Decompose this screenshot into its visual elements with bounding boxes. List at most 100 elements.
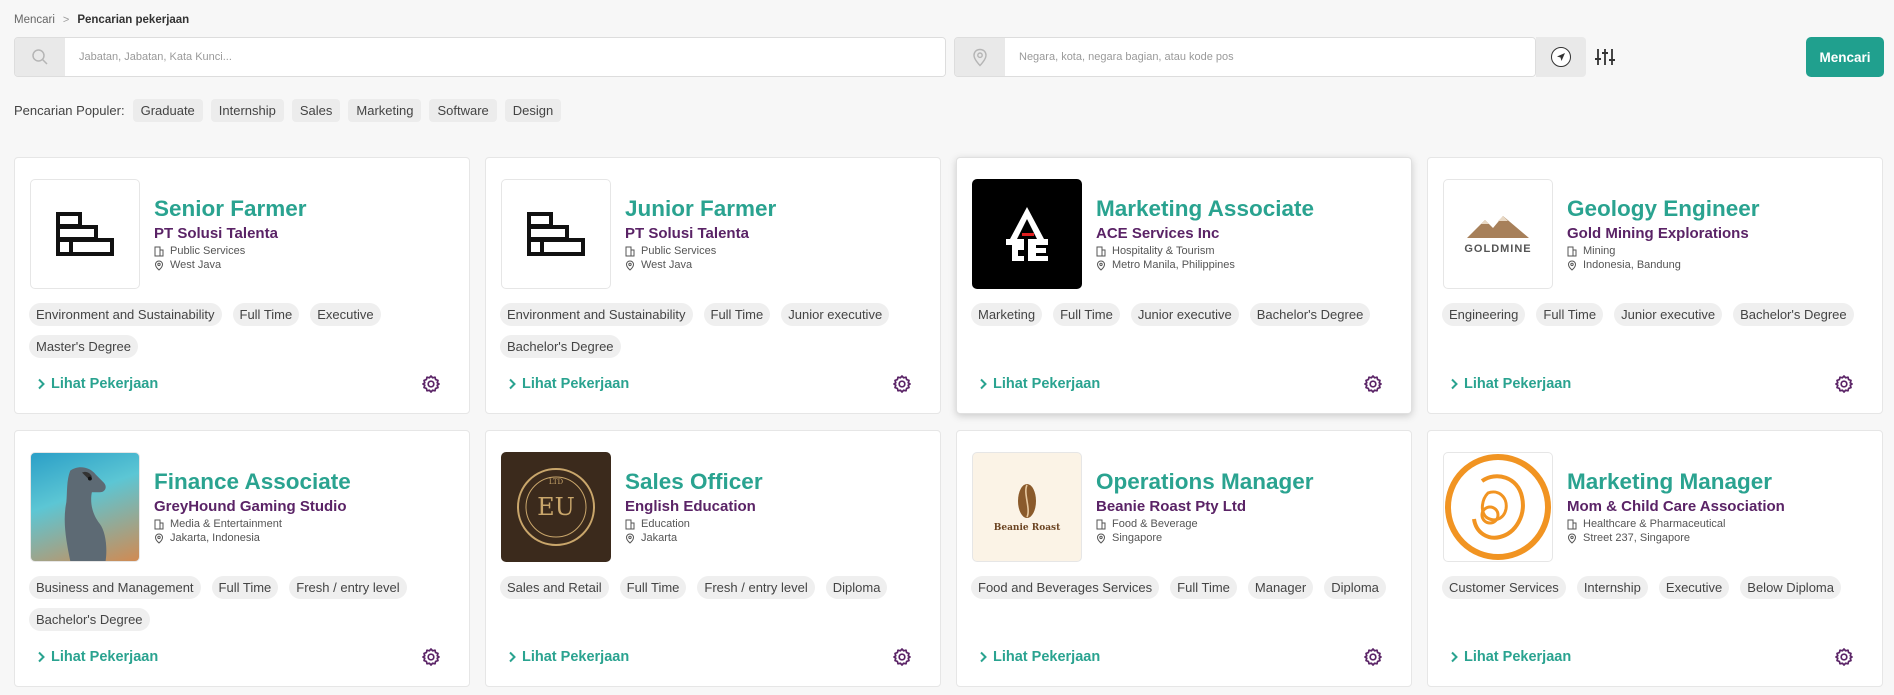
chevron-right-icon bbox=[980, 378, 987, 390]
map-pin-icon bbox=[625, 532, 635, 544]
location-label: Street 237, Singapore bbox=[1583, 532, 1691, 544]
job-card[interactable]: Marketing Associate ACE Services Inc Hos… bbox=[956, 157, 1412, 414]
job-title[interactable]: Sales Officer bbox=[625, 469, 763, 495]
job-tag: Full Time bbox=[1170, 576, 1237, 599]
view-job-link[interactable]: Lihat Pekerjaan bbox=[1450, 376, 1571, 392]
job-title[interactable]: Geology Engineer bbox=[1567, 196, 1760, 222]
view-job-link[interactable]: Lihat Pekerjaan bbox=[37, 649, 158, 665]
job-title[interactable]: Finance Associate bbox=[154, 469, 351, 495]
job-tag: Diploma bbox=[1324, 576, 1386, 599]
job-tag: Fresh / entry level bbox=[697, 576, 815, 599]
industry: Education bbox=[625, 518, 690, 530]
chevron-right-icon bbox=[1451, 651, 1458, 663]
gear-icon[interactable] bbox=[421, 647, 441, 667]
view-job-label: Lihat Pekerjaan bbox=[51, 376, 159, 392]
location-search bbox=[954, 37, 1536, 77]
industry: Hospitality & Tourism bbox=[1096, 245, 1215, 257]
view-job-link[interactable]: Lihat Pekerjaan bbox=[979, 649, 1100, 665]
building-icon bbox=[625, 519, 635, 529]
job-card[interactable]: Beanie Roast Operations Manager Beanie R… bbox=[956, 430, 1412, 687]
job-tag: Environment and Sustainability bbox=[29, 303, 222, 326]
gear-icon[interactable] bbox=[1834, 374, 1854, 394]
job-tag: Sales and Retail bbox=[500, 576, 609, 599]
gear-icon[interactable] bbox=[1363, 647, 1383, 667]
job-card[interactable]: Finance Associate GreyHound Gaming Studi… bbox=[14, 430, 470, 687]
filter-sliders-icon[interactable] bbox=[1592, 45, 1618, 69]
job-title[interactable]: Marketing Associate bbox=[1096, 196, 1314, 222]
map-pin-icon bbox=[1567, 259, 1577, 271]
view-job-link[interactable]: Lihat Pekerjaan bbox=[508, 649, 629, 665]
job-tag: Fresh / entry level bbox=[289, 576, 407, 599]
beanie-roast-logo: Beanie Roast bbox=[972, 452, 1082, 562]
job-tag: Full Time bbox=[703, 303, 771, 326]
job-tag: Junior executive bbox=[1130, 303, 1239, 326]
job-card[interactable]: Senior Farmer PT Solusi Talenta Public S… bbox=[14, 157, 470, 414]
breadcrumb-parent[interactable]: Mencari bbox=[14, 14, 55, 26]
location: West Java bbox=[154, 259, 221, 271]
job-card[interactable]: EU LTD Sales Officer English Education E… bbox=[485, 430, 941, 687]
popular-searches-label: Pencarian Populer: bbox=[14, 103, 125, 118]
job-tag: Customer Services bbox=[1442, 576, 1566, 599]
job-tag: Executive bbox=[1658, 576, 1730, 599]
job-tag: Diploma bbox=[825, 576, 888, 599]
job-title[interactable]: Operations Manager bbox=[1096, 469, 1314, 495]
view-job-label: Lihat Pekerjaan bbox=[1464, 376, 1572, 392]
building-icon bbox=[1567, 519, 1577, 529]
job-tags: Business and Management Full Time Fresh … bbox=[29, 576, 459, 631]
job-card[interactable]: GOLDMINE Geology Engineer Gold Mining Ex… bbox=[1427, 157, 1883, 414]
map-pin-icon bbox=[1567, 532, 1577, 544]
popular-chip[interactable]: Sales bbox=[291, 99, 341, 122]
beanie-roast-logo-text: Beanie Roast bbox=[993, 523, 1061, 533]
location: Indonesia, Bandung bbox=[1567, 259, 1681, 271]
keyword-input[interactable] bbox=[65, 38, 945, 76]
job-tag: Marketing bbox=[971, 303, 1043, 326]
job-title[interactable]: Junior Farmer bbox=[625, 196, 776, 222]
job-tags: Marketing Full Time Junior executive Bac… bbox=[971, 303, 1401, 326]
job-tag: Food and Beverages Services bbox=[971, 576, 1160, 599]
breadcrumb: Mencari > Pencarian pekerjaan bbox=[14, 14, 189, 26]
job-title[interactable]: Marketing Manager bbox=[1567, 469, 1772, 495]
popular-chip[interactable]: Design bbox=[504, 99, 562, 122]
company-name: Mom & Child Care Association bbox=[1567, 498, 1785, 515]
job-card[interactable]: Junior Farmer PT Solusi Talenta Public S… bbox=[485, 157, 941, 414]
view-job-link[interactable]: Lihat Pekerjaan bbox=[979, 376, 1100, 392]
search-button[interactable]: Mencari bbox=[1806, 37, 1884, 77]
map-pin-icon bbox=[1096, 259, 1106, 271]
gear-icon[interactable] bbox=[421, 374, 441, 394]
job-tag: Bachelor's Degree bbox=[29, 608, 150, 631]
view-job-label: Lihat Pekerjaan bbox=[993, 649, 1101, 665]
industry-label: Mining bbox=[1583, 245, 1616, 257]
industry-label: Media & Entertainment bbox=[170, 518, 282, 530]
job-tag: Full Time bbox=[1536, 303, 1604, 326]
gear-icon[interactable] bbox=[1834, 647, 1854, 667]
svg-text:EU: EU bbox=[537, 493, 575, 521]
job-tag: Executive bbox=[310, 303, 381, 326]
view-job-label: Lihat Pekerjaan bbox=[1464, 649, 1572, 665]
view-job-link[interactable]: Lihat Pekerjaan bbox=[37, 376, 158, 392]
company-name: GreyHound Gaming Studio bbox=[154, 498, 347, 515]
job-tags: Engineering Full Time Junior executive B… bbox=[1442, 303, 1872, 326]
view-job-link[interactable]: Lihat Pekerjaan bbox=[508, 376, 629, 392]
view-job-link[interactable]: Lihat Pekerjaan bbox=[1450, 649, 1571, 665]
gear-icon[interactable] bbox=[1363, 374, 1383, 394]
chevron-right-icon bbox=[1451, 378, 1458, 390]
industry: Mining bbox=[1567, 245, 1615, 257]
chevron-right-icon bbox=[38, 378, 45, 390]
gear-icon[interactable] bbox=[892, 374, 912, 394]
popular-chip[interactable]: Marketing bbox=[348, 99, 422, 122]
location: Metro Manila, Philippines bbox=[1096, 259, 1235, 271]
gear-icon[interactable] bbox=[892, 647, 912, 667]
location-input[interactable] bbox=[1005, 38, 1535, 76]
popular-chip[interactable]: Graduate bbox=[132, 99, 203, 122]
locate-me-button[interactable] bbox=[1536, 37, 1586, 77]
chevron-right-icon bbox=[509, 651, 516, 663]
job-title[interactable]: Senior Farmer bbox=[154, 196, 307, 222]
popular-chip[interactable]: Internship bbox=[210, 99, 284, 122]
job-tag: Bachelor's Degree bbox=[1249, 303, 1371, 326]
location-label: Indonesia, Bandung bbox=[1583, 259, 1681, 271]
popular-searches: Pencarian Populer: Graduate Internship S… bbox=[14, 99, 562, 122]
location-label: Jakarta, Indonesia bbox=[170, 532, 260, 544]
popular-chip[interactable]: Software bbox=[429, 99, 497, 122]
job-card[interactable]: Marketing Manager Mom & Child Care Assoc… bbox=[1427, 430, 1883, 687]
location: Jakarta bbox=[625, 532, 677, 544]
